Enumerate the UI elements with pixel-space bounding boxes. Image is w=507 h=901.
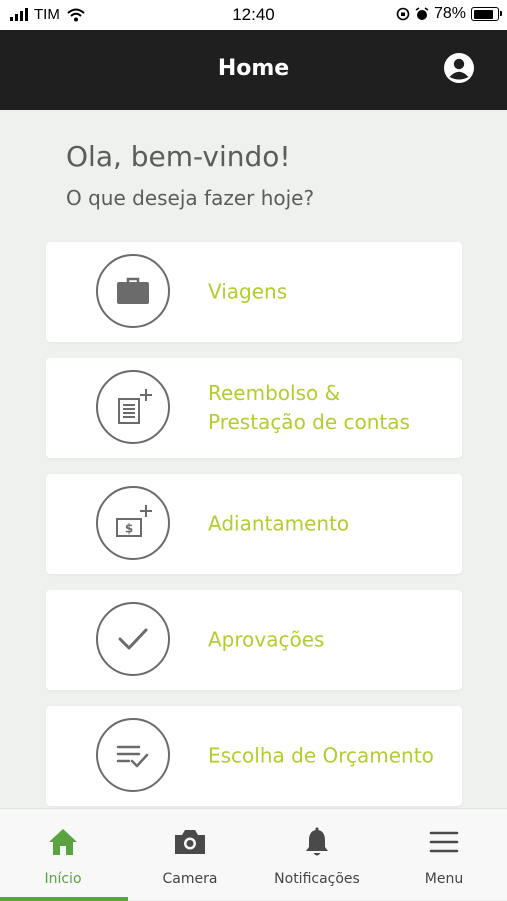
menu-card-label: Viagens (208, 279, 288, 304)
briefcase-icon (96, 254, 170, 328)
nav-item-camera[interactable]: Camera (127, 809, 253, 901)
app-header: Home (0, 30, 507, 110)
menu-card-reembolso[interactable]: Reembolso & Prestação de contas (46, 358, 462, 458)
nav-label-menu: Menu (424, 871, 464, 887)
page-title: Home (217, 56, 290, 81)
home-icon (0, 827, 126, 857)
battery-icon (471, 7, 502, 21)
status-bar: TIM 12:40 78% (0, 0, 507, 30)
alarm-icon (415, 7, 429, 20)
menu-card-adiantamento[interactable]: $ Adiantamento (46, 474, 462, 574)
nav-item-menu[interactable]: Menu (381, 809, 507, 901)
svg-text:$: $ (125, 522, 133, 536)
nav-label-notificacoes: Notificações (274, 871, 360, 887)
receipt-add-icon (96, 370, 170, 444)
hamburger-menu-icon (381, 827, 507, 857)
welcome-subtitle: O que deseja fazer hoje? (66, 186, 315, 210)
camera-icon (127, 827, 253, 857)
rotation-lock-icon (396, 7, 410, 21)
menu-card-orcamento[interactable]: Escolha de Orçamento (46, 706, 462, 806)
nav-label-camera: Camera (162, 871, 218, 887)
account-circle-icon[interactable] (443, 52, 475, 84)
list-check-icon (96, 718, 170, 792)
menu-card-label: Escolha de Orçamento (208, 743, 434, 768)
checkmark-icon (96, 602, 170, 676)
nav-label-inicio: Início (44, 871, 82, 887)
menu-card-label: Adiantamento (208, 511, 350, 536)
battery-percent: 78% (433, 5, 466, 22)
menu-card-aprovacoes[interactable]: Aprovações (46, 590, 462, 690)
money-add-icon: $ (96, 486, 170, 560)
status-right: 78% (396, 5, 502, 23)
nav-item-notificacoes[interactable]: Notificações (254, 809, 380, 901)
bell-icon (254, 827, 380, 859)
nav-item-inicio[interactable]: Início (0, 809, 128, 901)
menu-card-viagens[interactable]: Viagens (46, 242, 462, 342)
bottom-navigation: Início Camera Notificações Menu (0, 808, 507, 901)
active-tab-indicator (0, 897, 128, 901)
welcome-heading: Ola, bem-vindo! (66, 140, 291, 173)
menu-card-label: Aprovações (208, 627, 325, 652)
menu-card-label: Reembolso & Prestação de contas (208, 381, 410, 434)
